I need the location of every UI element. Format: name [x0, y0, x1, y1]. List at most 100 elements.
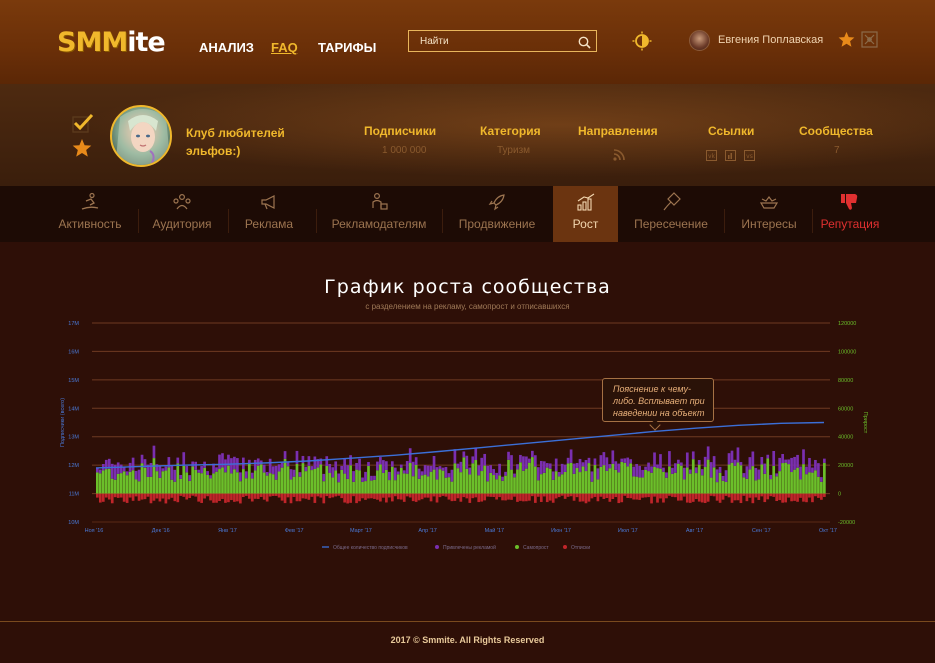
tab-advertisers[interactable]: Рекламодателям: [324, 186, 434, 242]
bar-organic: [104, 469, 108, 494]
community-avatar[interactable]: [110, 105, 172, 167]
bar-organic: [811, 472, 814, 494]
tab-promotion[interactable]: Продвижение: [450, 186, 544, 242]
bar-organic: [203, 467, 206, 494]
user-avatar[interactable]: [689, 30, 710, 51]
bar-ads: [268, 458, 272, 474]
bar-organic: [271, 474, 275, 494]
tab-intersection[interactable]: Пересечение: [626, 186, 716, 242]
tab-growth[interactable]: Рост: [553, 186, 618, 242]
bar-unsubscribes: [754, 493, 758, 498]
bar-organic: [620, 461, 624, 494]
bar-ads: [536, 467, 540, 481]
bar-unsubscribes: [793, 493, 796, 501]
bar-ads: [724, 470, 728, 482]
bar-unsubscribes: [820, 493, 823, 500]
bar-ads: [426, 465, 430, 477]
bar-unsubscribes: [551, 493, 555, 503]
bar-unsubscribes: [352, 493, 355, 497]
search-input[interactable]: [409, 31, 574, 51]
bar-ads: [334, 461, 338, 471]
bar-ads: [271, 466, 275, 475]
checkmark-icon[interactable]: [72, 113, 94, 137]
bar-organic: [319, 464, 323, 494]
favorite-icon[interactable]: [861, 31, 878, 52]
stat-communities-value: 7: [834, 145, 840, 156]
bar-organic: [250, 478, 254, 494]
bar-unsubscribes: [155, 493, 159, 499]
bar-ads: [137, 469, 141, 482]
bar-unsubscribes: [748, 493, 752, 498]
bar-unsubscribes: [572, 493, 576, 501]
bar-unsubscribes: [173, 493, 177, 502]
bar-unsubscribes: [221, 493, 224, 499]
bar-ads: [355, 462, 358, 470]
bar-ads: [292, 469, 296, 477]
star-icon[interactable]: [72, 138, 92, 162]
bar-ads: [194, 461, 198, 470]
vk-icon[interactable]: vk: [706, 146, 717, 165]
star-icon[interactable]: [838, 31, 855, 52]
bar-ads: [224, 459, 227, 473]
bar-unsubscribes: [581, 493, 585, 502]
bar-ads: [244, 471, 248, 479]
bar-organic: [665, 477, 668, 494]
logo[interactable]: SMMite: [57, 27, 166, 58]
bar-ads: [760, 456, 764, 465]
bar-unsubscribes: [760, 493, 764, 497]
bar-unsubscribes: [396, 493, 400, 500]
theme-toggle-icon[interactable]: [632, 31, 652, 55]
bar-unsubscribes: [671, 493, 674, 497]
bar-ads: [560, 463, 564, 475]
bar-organic: [751, 466, 755, 494]
vs-link-icon[interactable]: vs: [744, 146, 755, 165]
tab-audience[interactable]: Аудитория: [146, 186, 218, 242]
nav-pricing[interactable]: ТАРИФЫ: [318, 40, 376, 55]
bar-organic: [560, 474, 564, 494]
growth-chart[interactable]: 10M 11M 12M 13M 14M 15M 16M 17M -20000 0 20000 4000…: [0, 310, 935, 560]
bar-organic: [796, 467, 799, 494]
bar-organic: [626, 466, 630, 494]
tab-ads[interactable]: Реклама: [236, 186, 302, 242]
bar-unsubscribes: [805, 493, 808, 503]
bar-ads: [239, 472, 242, 482]
bar-unsubscribes: [212, 493, 215, 503]
bar-unsubscribes: [498, 493, 501, 498]
nav-analysis[interactable]: АНАЛИЗ: [199, 40, 254, 55]
nav-faq[interactable]: FAQ: [271, 40, 298, 55]
bar-organic: [262, 472, 266, 494]
bar-unsubscribes: [554, 493, 558, 499]
stat-category-label: Категория: [480, 124, 541, 138]
bar-organic: [647, 471, 650, 494]
bar-ads: [247, 459, 251, 464]
rss-icon[interactable]: [613, 146, 625, 165]
bar-ads: [691, 451, 695, 460]
tab-divider: [316, 209, 317, 233]
bar-unsubscribes: [453, 493, 457, 501]
tab-reputation[interactable]: Репутация: [816, 186, 884, 242]
bar-unsubscribes: [119, 493, 123, 498]
bar-unsubscribes: [823, 493, 826, 497]
bar-organic: [218, 469, 221, 494]
bar-unsubscribes: [677, 493, 680, 501]
bar-unsubscribes: [239, 493, 242, 504]
bar-unsubscribes: [164, 493, 168, 504]
bar-unsubscribes: [641, 493, 644, 498]
bar-unsubscribes: [301, 493, 305, 499]
bar-ads: [149, 462, 153, 477]
legend-swatch: [515, 545, 519, 549]
tab-activity[interactable]: Активность: [52, 186, 128, 242]
bar-ads: [703, 456, 707, 468]
tab-interests[interactable]: Интересы: [732, 186, 806, 242]
bar-ads: [718, 466, 722, 473]
bar-unsubscribes: [337, 493, 341, 496]
bar-unsubscribes: [122, 493, 126, 502]
stats-link-icon[interactable]: [725, 146, 736, 165]
bar-unsubscribes: [602, 493, 606, 499]
search-icon[interactable]: [578, 34, 591, 53]
legend-label: Отписки: [571, 545, 590, 551]
bar-unsubscribes: [659, 493, 662, 499]
user-name[interactable]: Евгения Поплавская: [718, 34, 823, 46]
bar-unsubscribes: [688, 493, 692, 503]
x-tick-label: Июн '17: [551, 528, 571, 534]
